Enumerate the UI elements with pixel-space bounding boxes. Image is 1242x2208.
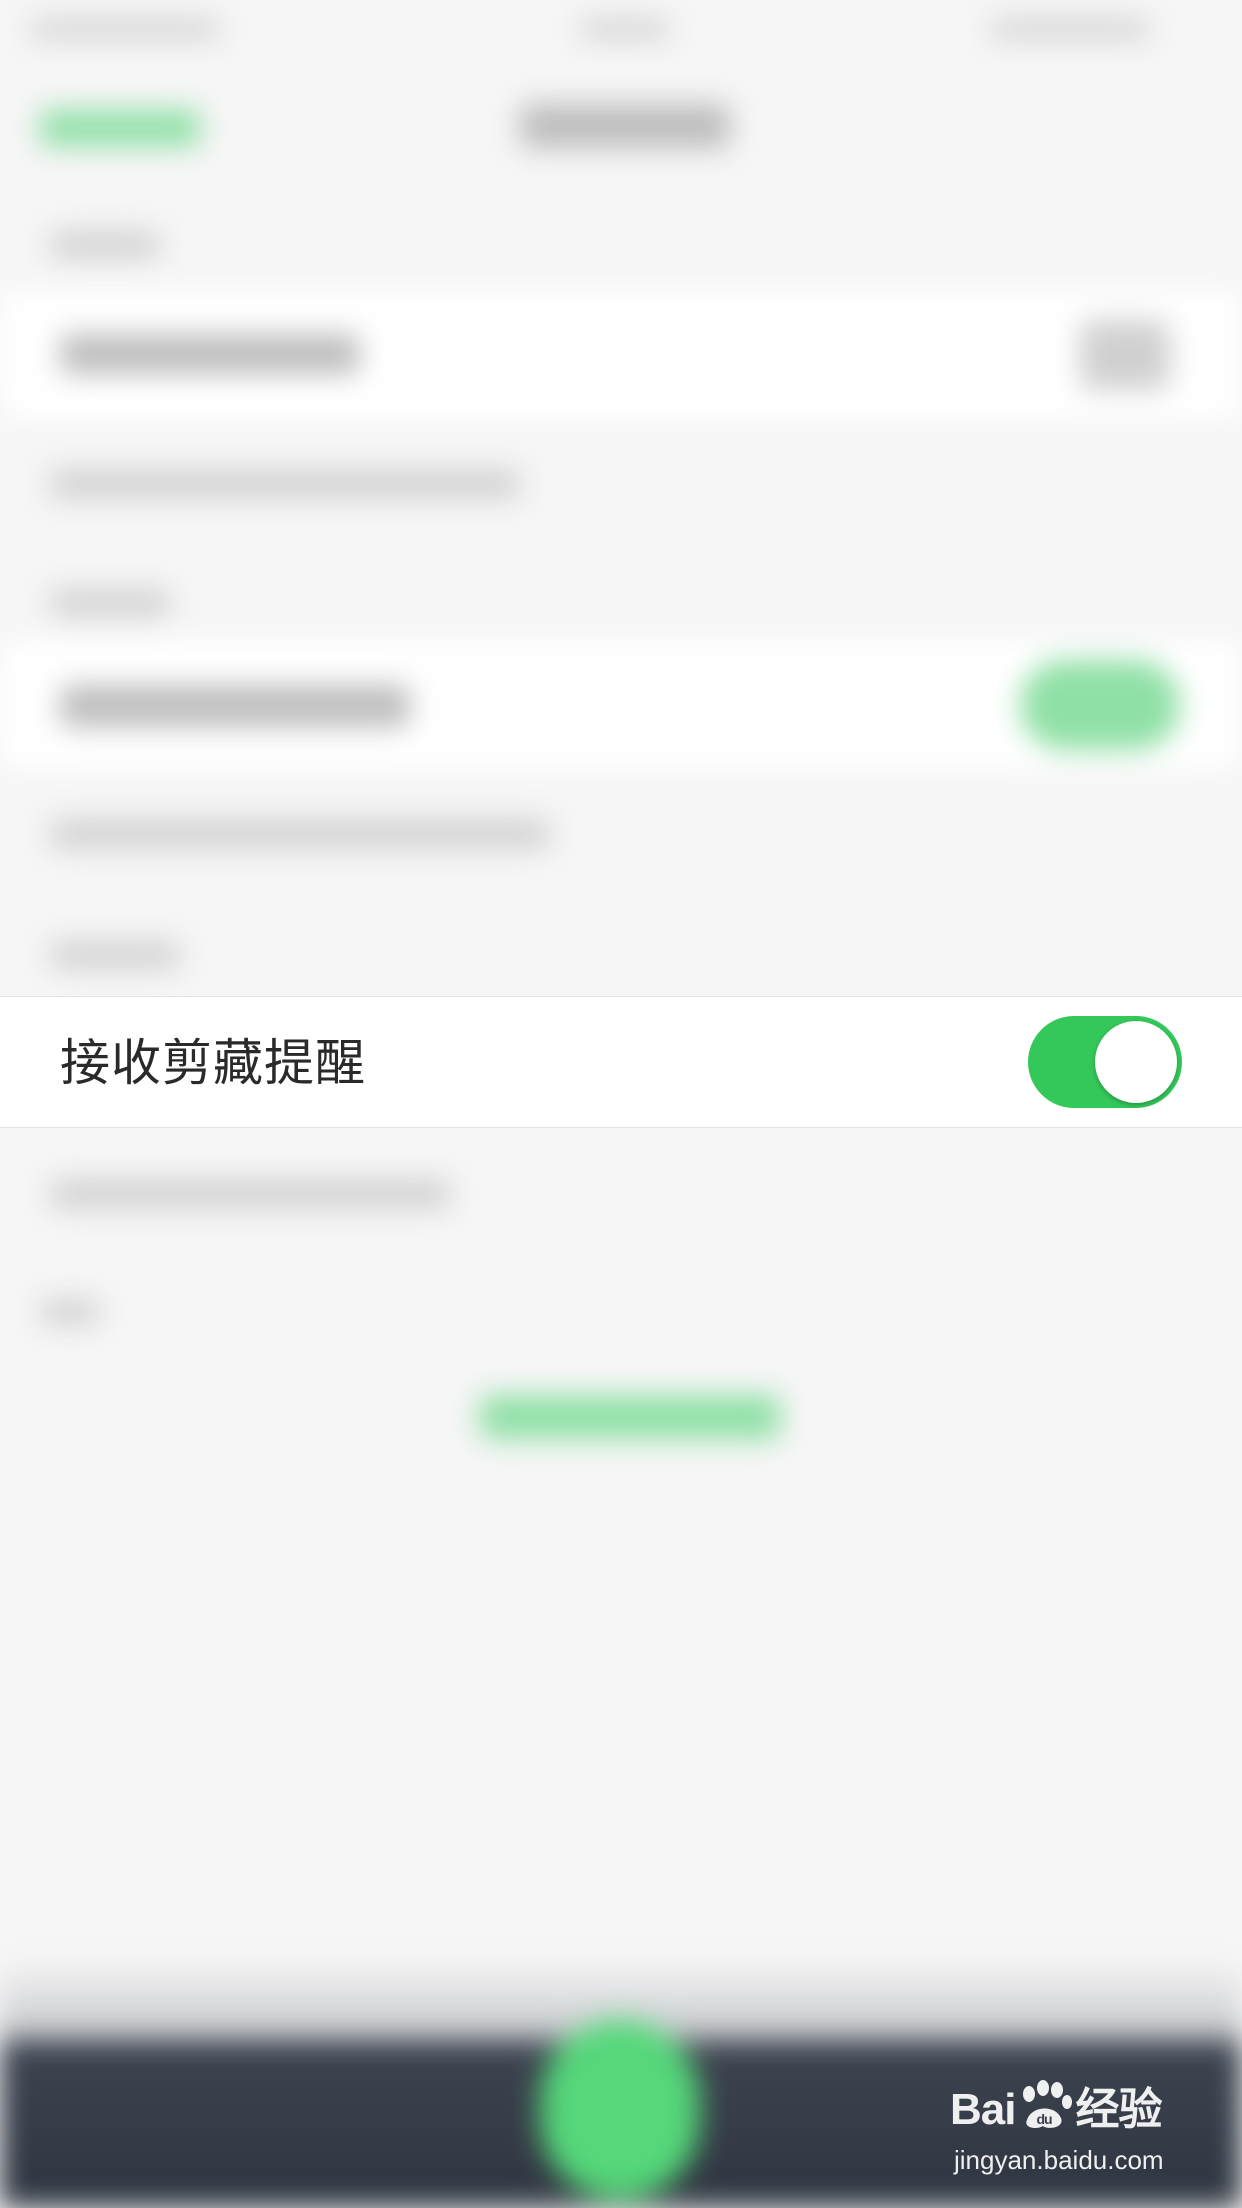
section-header bbox=[50, 232, 160, 258]
list-item-label bbox=[60, 685, 410, 727]
watermark-url: jingyan.baidu.com bbox=[954, 2145, 1164, 2175]
status-bar-center bbox=[580, 20, 670, 38]
watermark-logo-text-left: Bai bbox=[950, 2085, 1016, 2134]
list-item-label bbox=[60, 334, 360, 374]
svg-text:du: du bbox=[1037, 2111, 1053, 2127]
green-link bbox=[480, 1395, 780, 1439]
watermark-logo: Bai du 经验 bbox=[950, 2080, 1162, 2138]
status-bar-left bbox=[30, 20, 220, 38]
chevron-icon bbox=[1080, 320, 1170, 390]
receive-clip-reminder-row[interactable]: 接收剪藏提醒 bbox=[0, 996, 1242, 1128]
nav-title bbox=[520, 104, 730, 148]
section-footer bbox=[50, 820, 550, 848]
baidu-jingyan-watermark: Bai du 经验 jingyan.baidu.com bbox=[950, 2080, 1210, 2190]
paw-icon: du bbox=[1023, 2080, 1073, 2128]
receive-clip-reminder-toggle[interactable] bbox=[1028, 1016, 1182, 1108]
nav-back-button bbox=[40, 110, 200, 146]
section-header bbox=[40, 1300, 100, 1324]
floating-action-button bbox=[540, 2020, 700, 2200]
section-footer bbox=[50, 1180, 450, 1208]
toggle-switch bbox=[1020, 660, 1180, 750]
section-footer bbox=[50, 470, 520, 498]
watermark-logo-text-right: 经验 bbox=[1075, 2085, 1162, 2134]
section-header bbox=[50, 942, 180, 968]
toggle-knob[interactable] bbox=[1095, 1021, 1177, 1103]
status-bar-right bbox=[990, 20, 1150, 38]
receive-clip-reminder-label: 接收剪藏提醒 bbox=[60, 1034, 366, 1092]
section-header bbox=[50, 590, 170, 616]
